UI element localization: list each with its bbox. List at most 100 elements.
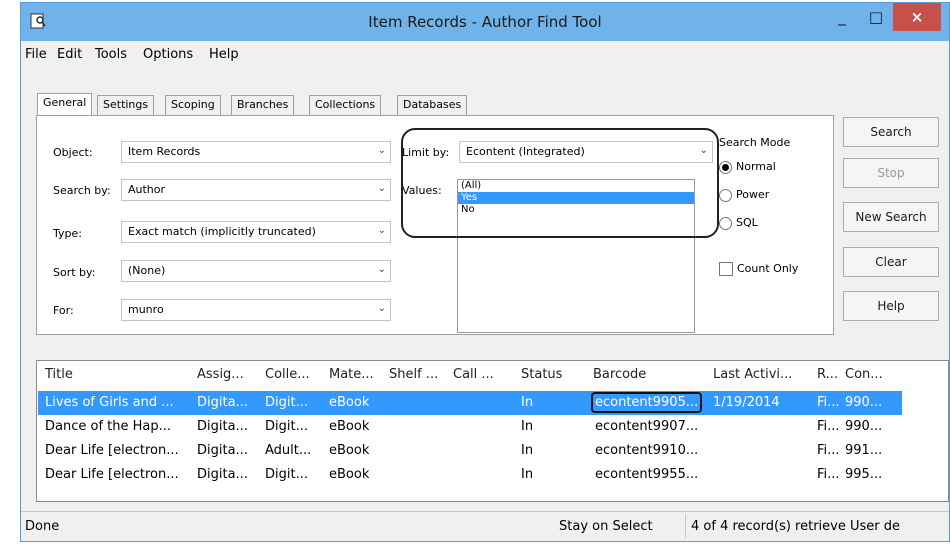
radio-selected-icon <box>719 160 732 174</box>
clear-button[interactable]: Clear <box>843 247 939 277</box>
cell-material: eBook <box>329 395 370 410</box>
column-con[interactable]: Con... <box>845 367 883 382</box>
sort-by-dropdown[interactable]: (None) ⌄ <box>121 260 391 282</box>
column-call[interactable]: Call ... <box>453 367 494 382</box>
table-row[interactable]: Dance of the Hap... Digita... Digit... e… <box>38 415 902 439</box>
object-value: Item Records <box>128 145 201 158</box>
cell-collection: Digit... <box>265 419 308 434</box>
cell-con: 991... <box>845 443 883 458</box>
general-tab-panel: Object: Item Records ⌄ Search by: Author… <box>36 115 834 335</box>
tab-collections[interactable]: Collections <box>309 95 382 115</box>
for-input[interactable]: munro ⌄ <box>121 299 391 321</box>
menu-file[interactable]: File <box>25 47 47 62</box>
column-barcode[interactable]: Barcode <box>593 367 646 382</box>
cell-title: Dance of the Hap... <box>45 419 172 434</box>
menu-edit[interactable]: Edit <box>57 47 82 62</box>
cell-material: eBook <box>329 467 370 482</box>
help-button[interactable]: Help <box>843 291 939 321</box>
mode-sql-label: SQL <box>736 216 758 229</box>
table-row-selected[interactable]: Lives of Girls and ... Digita... Digit..… <box>38 391 902 415</box>
cell-r: Fi... <box>817 419 840 434</box>
sort-by-label: Sort by: <box>53 266 96 279</box>
radio-icon <box>719 216 732 230</box>
cell-status: In <box>521 467 534 482</box>
title-bar: Item Records - Author Find Tool _ □ × <box>21 3 949 41</box>
search-by-value: Author <box>128 183 166 196</box>
column-assigned[interactable]: Assig... <box>197 367 244 382</box>
type-label: Type: <box>53 227 82 240</box>
cell-assigned: Digita... <box>197 395 248 410</box>
cell-barcode: econtent9955... <box>595 467 699 482</box>
column-status[interactable]: Status <box>521 367 562 382</box>
search-button[interactable]: Search <box>843 117 939 147</box>
stop-button[interactable]: Stop <box>843 158 939 188</box>
status-divider <box>685 514 686 538</box>
cell-title: Dear Life [electron... <box>45 443 179 458</box>
for-value: munro <box>128 303 164 316</box>
cell-con: 990... <box>845 419 883 434</box>
cell-material: eBook <box>329 419 370 434</box>
cell-r: Fi... <box>817 467 840 482</box>
cell-title: Dear Life [electron... <box>45 467 179 482</box>
cell-title: Lives of Girls and ... <box>45 395 174 410</box>
cell-collection: Adult... <box>265 443 312 458</box>
cell-material: eBook <box>329 443 370 458</box>
menu-tools[interactable]: Tools <box>95 47 127 62</box>
cell-collection: Digit... <box>265 467 308 482</box>
column-last-activity[interactable]: Last Activi... <box>713 367 792 382</box>
window-title: Item Records - Author Find Tool <box>368 13 602 31</box>
column-material[interactable]: Mate... <box>329 367 374 382</box>
object-label: Object: <box>53 146 93 159</box>
mode-power[interactable]: Power <box>719 188 769 202</box>
chevron-down-icon: ⌄ <box>377 183 386 194</box>
cell-r: Fi... <box>817 443 840 458</box>
column-r[interactable]: R... <box>817 367 838 382</box>
radio-icon <box>719 188 732 202</box>
table-row[interactable]: Dear Life [electron... Digita... Adult..… <box>38 439 902 463</box>
count-only-label: Count Only <box>737 262 799 275</box>
cell-last-activity: 1/19/2014 <box>713 395 780 410</box>
cell-status: In <box>521 419 534 434</box>
cell-status: In <box>521 395 534 410</box>
status-record-count: 4 of 4 record(s) retrieve User de <box>691 519 900 534</box>
count-only-checkbox[interactable]: Count Only <box>719 262 798 276</box>
tab-general[interactable]: General <box>37 93 93 116</box>
cell-con: 995... <box>845 467 883 482</box>
table-row[interactable]: Dear Life [electron... Digita... Digit..… <box>38 463 902 487</box>
column-collection[interactable]: Colle... <box>265 367 310 382</box>
cell-barcode-highlighted: econtent9905... <box>591 392 703 413</box>
mode-sql[interactable]: SQL <box>719 216 758 230</box>
cell-con: 990... <box>845 395 883 410</box>
tab-databases[interactable]: Databases <box>397 95 468 115</box>
app-window: Item Records - Author Find Tool _ □ × Fi… <box>20 2 950 542</box>
column-title[interactable]: Title <box>45 367 73 382</box>
checkbox-icon <box>719 262 733 276</box>
cell-assigned: Digita... <box>197 443 248 458</box>
object-dropdown[interactable]: Item Records ⌄ <box>121 141 391 163</box>
chevron-down-icon: ⌄ <box>377 264 386 275</box>
for-label: For: <box>53 304 74 317</box>
tab-branches[interactable]: Branches <box>231 95 295 115</box>
mode-power-label: Power <box>736 188 770 201</box>
chevron-down-icon: ⌄ <box>377 145 386 156</box>
new-search-button[interactable]: New Search <box>843 202 939 232</box>
search-by-dropdown[interactable]: Author ⌄ <box>121 179 391 201</box>
column-shelf[interactable]: Shelf ... <box>389 367 438 382</box>
type-dropdown[interactable]: Exact match (implicitly truncated) ⌄ <box>121 221 391 243</box>
cell-assigned: Digita... <box>197 467 248 482</box>
cell-barcode: econtent9910... <box>595 443 699 458</box>
menu-help[interactable]: Help <box>209 47 239 62</box>
status-stay-on-select: Stay on Select <box>559 519 653 534</box>
tab-settings[interactable]: Settings <box>97 95 155 115</box>
close-button[interactable]: × <box>893 3 941 31</box>
chevron-down-icon: ⌄ <box>377 225 386 236</box>
results-list[interactable]: Title Assig... Colle... Mate... Shelf ..… <box>36 360 949 502</box>
minimize-button[interactable]: _ <box>825 3 859 31</box>
menu-options[interactable]: Options <box>143 47 193 62</box>
cell-barcode: econtent9907... <box>595 419 699 434</box>
status-text: Done <box>25 519 60 534</box>
status-bar: Done Stay on Select 4 of 4 record(s) ret… <box>21 511 949 541</box>
maximize-button[interactable]: □ <box>859 3 893 31</box>
mode-normal[interactable]: Normal <box>719 160 776 174</box>
tab-scoping[interactable]: Scoping <box>165 95 221 115</box>
